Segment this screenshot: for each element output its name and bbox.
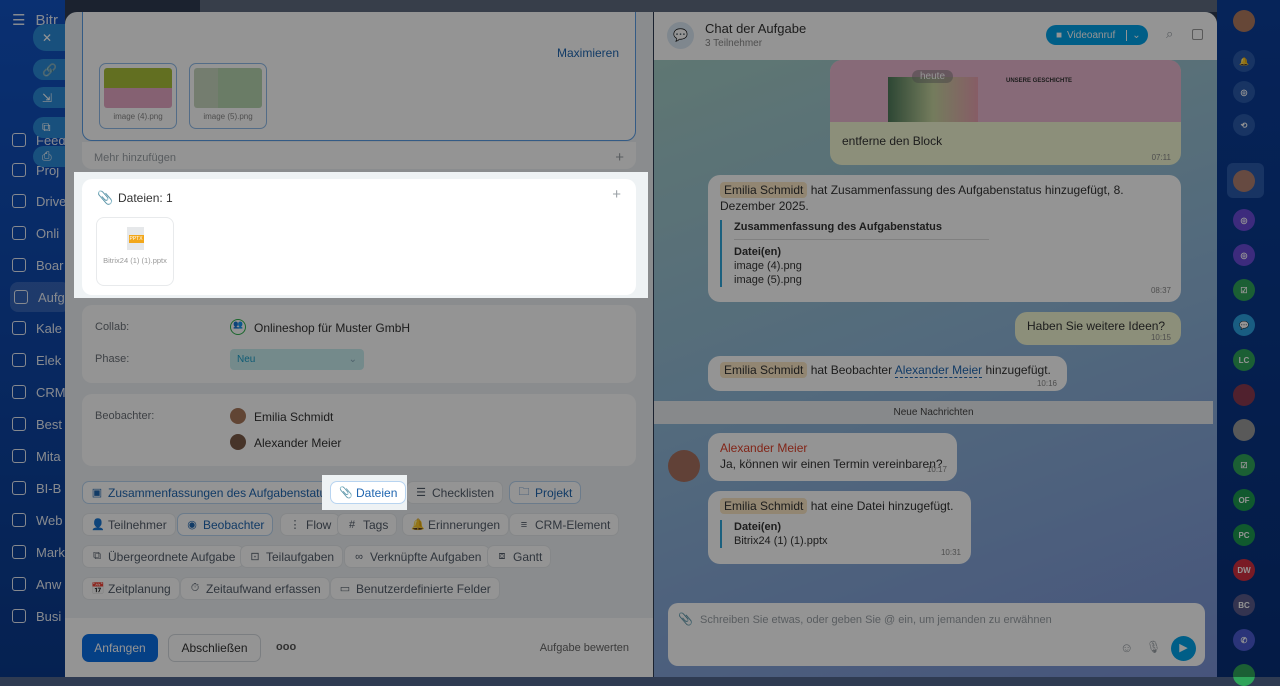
files-highlight: 📎 Dateien: 1 + PPTX Bitrix24 (1) (1).ppt…: [74, 172, 648, 298]
files-chip-highlight: 📎 Dateien: [322, 475, 407, 510]
paperclip-icon: 📎: [97, 190, 114, 205]
file-tile[interactable]: PPTX Bitrix24 (1) (1).pptx: [96, 217, 174, 286]
paperclip-icon: 📎: [339, 487, 353, 499]
dim-overlay: [0, 0, 1280, 677]
files-title: Dateien: 1: [118, 191, 173, 205]
chip-files[interactable]: 📎 Dateien: [330, 481, 407, 504]
files-card: 📎 Dateien: 1 + PPTX Bitrix24 (1) (1).ppt…: [82, 179, 636, 295]
add-file-icon[interactable]: +: [612, 186, 621, 203]
pptx-file-icon: PPTX: [126, 227, 144, 250]
